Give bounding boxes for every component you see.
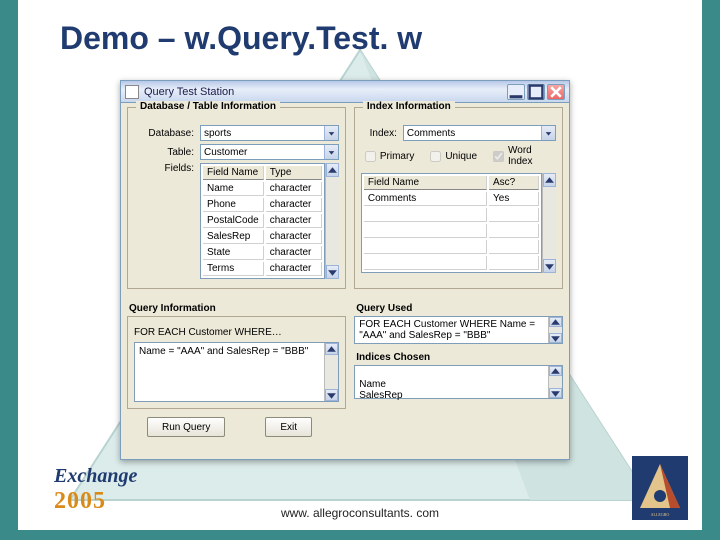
scroll-down-icon[interactable] (543, 259, 556, 273)
database-label: Database: (134, 128, 194, 139)
chevron-down-icon (324, 145, 338, 159)
minimize-button[interactable] (507, 84, 525, 100)
index-scrollbar[interactable] (542, 173, 556, 273)
titlebar[interactable]: Query Test Station (121, 81, 569, 103)
query-info-title: Query Information (129, 303, 346, 314)
chevron-down-icon (541, 126, 555, 140)
indices-scrollbar[interactable] (548, 366, 562, 398)
wordindex-checkbox[interactable]: Word Index (493, 145, 546, 167)
scroll-up-icon[interactable] (326, 163, 339, 177)
table-label: Table: (134, 147, 194, 158)
maximize-button[interactable] (527, 84, 545, 100)
textarea-scrollbar[interactable] (324, 343, 338, 401)
fields-scrollbar[interactable] (325, 163, 339, 279)
chevron-down-icon (324, 126, 338, 140)
fields-col-type[interactable]: Type (266, 166, 322, 180)
scroll-up-icon[interactable] (543, 173, 556, 187)
query-where-text: Name = "AAA" and SalesRep = "BBB" (139, 346, 308, 357)
exit-button[interactable]: Exit (265, 417, 312, 437)
database-dropdown[interactable]: sports (200, 125, 339, 141)
footer-url: www. allegroconsultants. com (0, 506, 720, 520)
table-row (364, 240, 539, 254)
table-row (364, 256, 539, 270)
index-info-group: Index Information Index: Comments Primar… (354, 107, 563, 289)
table-dropdown[interactable]: Customer (200, 144, 339, 160)
scroll-up-icon[interactable] (549, 366, 562, 376)
index-col-asc[interactable]: Asc? (489, 176, 539, 190)
table-row: PostalCodecharacter (203, 214, 322, 228)
table-row (364, 208, 539, 222)
for-each-label: FOR EACH Customer WHERE… (134, 327, 339, 338)
run-query-button[interactable]: Run Query (147, 417, 225, 437)
window-title: Query Test Station (144, 86, 505, 98)
close-button[interactable] (547, 84, 565, 100)
index-col-field[interactable]: Field Name (364, 176, 487, 190)
app-window: Query Test Station Database / Table Info… (120, 80, 570, 460)
index-info-group-title: Index Information (363, 101, 455, 112)
slide-title: Demo – w.Query.Test. w (60, 20, 422, 57)
query-used-scrollbar[interactable] (548, 317, 562, 343)
slide-edge-bottom (0, 530, 720, 540)
query-info-group: FOR EACH Customer WHERE… Name = "AAA" an… (127, 316, 346, 409)
database-table-group: Database / Table Information Database: s… (127, 107, 346, 289)
query-where-textarea[interactable]: Name = "AAA" and SalesRep = "BBB" (134, 342, 339, 402)
slide-edge-right (702, 0, 720, 540)
fields-grid[interactable]: Field Name Type Namecharacter Phonechara… (200, 163, 325, 279)
table-row: Termscharacter (203, 262, 322, 276)
scroll-up-icon[interactable] (325, 343, 338, 355)
index-dropdown[interactable]: Comments (403, 125, 556, 141)
fields-label: Fields: (134, 163, 194, 174)
scroll-down-icon[interactable] (325, 389, 338, 401)
database-value: sports (204, 128, 231, 139)
primary-checkbox[interactable]: Primary (365, 151, 414, 162)
index-grid[interactable]: Field Name Asc? CommentsYes (361, 173, 542, 273)
indices-chosen-box[interactable]: Name SalesRep (354, 365, 563, 399)
table-row: CommentsYes (364, 192, 539, 206)
query-used-text: FOR EACH Customer WHERE Name = "AAA" and… (359, 319, 558, 341)
table-row: Namecharacter (203, 182, 322, 196)
scroll-up-icon[interactable] (549, 317, 562, 327)
query-used-title: Query Used (356, 303, 563, 314)
index-value: Comments (407, 128, 455, 139)
scroll-down-icon[interactable] (326, 265, 339, 279)
fields-col-name[interactable]: Field Name (203, 166, 264, 180)
query-used-box[interactable]: FOR EACH Customer WHERE Name = "AAA" and… (354, 316, 563, 344)
table-row: Statecharacter (203, 246, 322, 260)
index-label: Index: (361, 128, 397, 139)
slide-edge-left (0, 0, 18, 540)
app-icon (125, 85, 139, 99)
scroll-down-icon[interactable] (549, 333, 562, 343)
scroll-down-icon[interactable] (549, 388, 562, 398)
database-table-group-title: Database / Table Information (136, 101, 280, 112)
indices-chosen-text: Name SalesRep (359, 379, 402, 401)
table-row: Phonecharacter (203, 198, 322, 212)
unique-checkbox[interactable]: Unique (430, 151, 477, 162)
indices-chosen-title: Indices Chosen (356, 352, 563, 363)
table-row: SalesRepcharacter (203, 230, 322, 244)
exchange-logo-text: Exchange (54, 465, 137, 487)
table-value: Customer (204, 147, 247, 158)
table-row (364, 224, 539, 238)
